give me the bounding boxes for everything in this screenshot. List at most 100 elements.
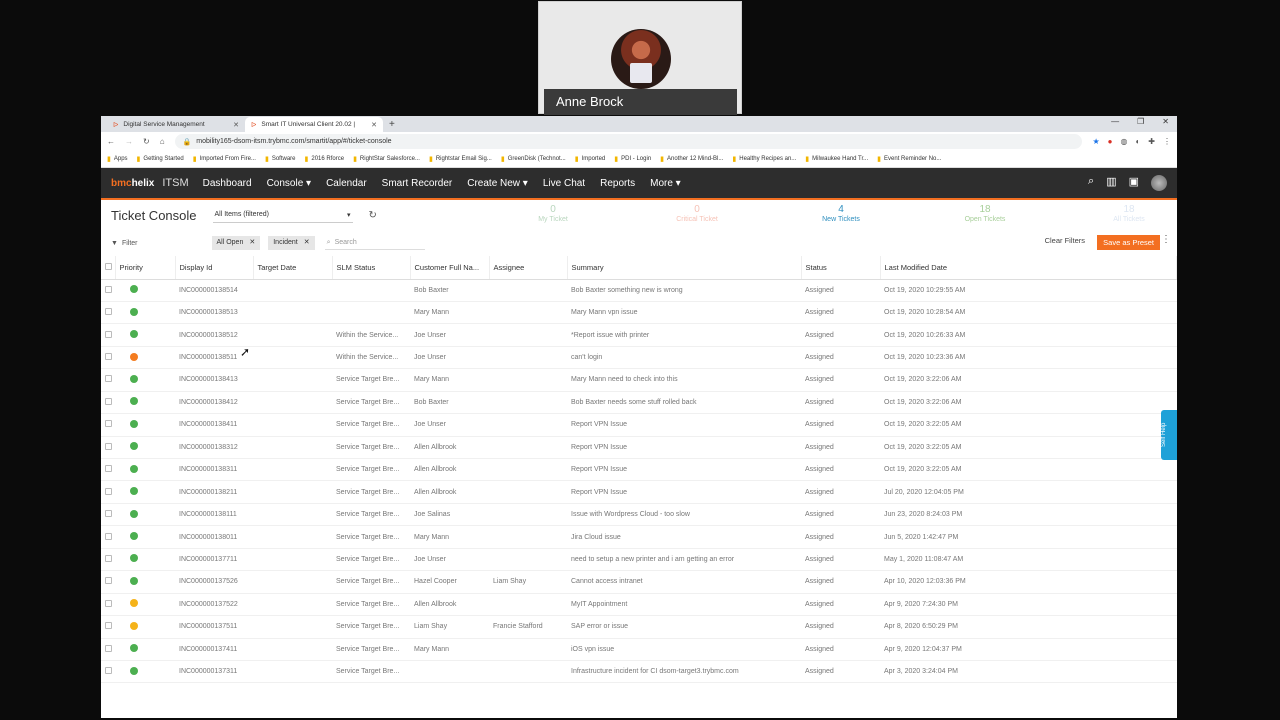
table-row[interactable]: INC000000138512 Within the Service... Joe … <box>101 324 1177 347</box>
row-checkbox[interactable] <box>105 510 112 518</box>
table-row[interactable]: INC000000138513 Mary Mann Mary Mann vpn is… <box>101 301 1177 324</box>
save-as-preset-button[interactable]: Save as Preset <box>1097 235 1160 250</box>
cell-display-id[interactable]: INC000000138411 <box>175 414 253 436</box>
cell-display-id[interactable]: INC000000138311 <box>175 459 253 481</box>
bookmark-star-icon[interactable]: ★ <box>1092 137 1099 146</box>
menu-icon[interactable]: ⋮ <box>1163 137 1171 146</box>
ticket-counter[interactable]: 18 All Tickets <box>1057 204 1177 225</box>
nav-create-new[interactable]: Create New ▾ <box>467 178 528 189</box>
row-checkbox[interactable] <box>105 554 112 562</box>
cell-display-id[interactable]: INC000000138011 <box>175 526 253 548</box>
row-checkbox[interactable] <box>105 577 112 585</box>
col-display-id[interactable]: Display Id <box>175 256 254 280</box>
filter-icon[interactable]: ▼ <box>111 240 118 247</box>
row-checkbox[interactable] <box>105 532 112 540</box>
select-all-checkbox[interactable] <box>105 262 112 270</box>
user-avatar[interactable] <box>1151 175 1167 191</box>
col-status[interactable]: Status <box>801 256 881 280</box>
minimize-icon[interactable]: — <box>1111 117 1119 126</box>
nav-more[interactable]: More ▾ <box>650 178 681 189</box>
table-row[interactable]: INC000000138011 Service Target Bre... Mary… <box>101 526 1177 549</box>
row-checkbox[interactable] <box>105 487 112 495</box>
ticket-counter[interactable]: 18 Open Tickets <box>913 204 1057 225</box>
nav-calendar[interactable]: Calendar <box>326 178 367 189</box>
browser-tab-2[interactable]: ᐅ Smart IT Universal Client 20.02 | ✕ <box>245 117 383 132</box>
col-customer[interactable]: Customer Full Na... <box>410 256 490 280</box>
nav-reports[interactable]: Reports <box>600 178 635 189</box>
bookmark-item[interactable]: ▮ Imported From Fire... <box>193 155 256 163</box>
book-icon[interactable]: ▥ <box>1106 175 1116 191</box>
search-icon[interactable]: ⌕ <box>1088 175 1094 191</box>
table-row[interactable]: INC000000138411 Service Target Bre... Joe … <box>101 414 1177 437</box>
ticket-counter[interactable]: 4 New Tickets <box>769 204 913 225</box>
puzzle-icon[interactable]: ✚ <box>1148 137 1155 146</box>
cell-display-id[interactable]: INC000000137311 <box>175 660 253 682</box>
row-checkbox[interactable] <box>105 465 112 473</box>
filter-chip-incident[interactable]: Incident ✕ <box>268 236 315 250</box>
table-row[interactable]: INC000000137411 Service Target Bre... Mary… <box>101 638 1177 661</box>
nav-console[interactable]: Console ▾ <box>267 178 312 189</box>
bookmark-item[interactable]: ▮ Imported <box>575 155 606 163</box>
cell-display-id[interactable]: INC000000137526 <box>175 571 253 593</box>
cell-display-id[interactable]: INC000000138512 <box>175 324 253 346</box>
filter-label[interactable]: Filter <box>122 240 138 247</box>
extension-icon[interactable]: ◍ <box>1120 137 1127 146</box>
row-checkbox[interactable] <box>105 622 112 630</box>
more-options-icon[interactable]: ⋮ <box>1161 234 1171 245</box>
bookmark-item[interactable]: ▮ 2016 Rforce <box>305 155 345 163</box>
cell-display-id[interactable]: INC000000137411 <box>175 638 253 660</box>
url-field[interactable]: 🔒 mobility165-dsom-itsm.trybmc.com/smart… <box>174 134 1083 149</box>
search-input[interactable]: ⌕ Search <box>324 236 425 250</box>
table-row[interactable]: INC000000138111 Service Target Bre... Joe … <box>101 503 1177 526</box>
forward-icon[interactable]: → <box>125 137 133 146</box>
ticket-counter[interactable]: 0 Critical Ticket <box>625 204 769 225</box>
bookmark-item[interactable]: ▮ Software <box>265 155 296 163</box>
bookmark-item[interactable]: ▮ Another 12 Mind-Bl... <box>660 155 723 163</box>
row-checkbox[interactable] <box>105 375 112 383</box>
table-row[interactable]: INC000000137526 Service Target Bre... Haze… <box>101 571 1177 594</box>
ticket-counter[interactable]: 0 My Ticket <box>481 204 625 225</box>
bookmark-item[interactable]: ▮ Healthy Recipes an... <box>732 155 796 163</box>
bookmark-item[interactable]: ▮ Milwaukee Hand Tr... <box>805 155 868 163</box>
row-checkbox[interactable] <box>105 644 112 652</box>
bookmark-item[interactable]: ▮ PDI - Login <box>614 155 651 163</box>
filter-preset-select[interactable]: All Items (filtered) ▾ <box>212 207 353 223</box>
extension-icon[interactable]: ◐ <box>1135 137 1140 146</box>
cell-display-id[interactable]: INC000000138211 <box>175 481 253 503</box>
cell-display-id[interactable]: INC000000137511 <box>175 616 253 638</box>
bookmark-item[interactable]: ▮ GreenDisk (Technot... <box>501 155 566 163</box>
table-row[interactable]: INC000000137311 Service Target Bre... Infr… <box>101 660 1177 683</box>
bookmark-item[interactable]: ▮ Rightstar Email Sig... <box>429 155 492 163</box>
col-last-modified[interactable]: Last Modified Date <box>880 256 1177 280</box>
close-window-icon[interactable]: ✕ <box>1162 117 1169 126</box>
cell-display-id[interactable]: INC000000138412 <box>175 391 253 413</box>
restore-icon[interactable]: ❐ <box>1137 117 1144 126</box>
home-icon[interactable]: ⌂ <box>160 137 165 146</box>
col-priority[interactable]: Priority <box>115 256 176 280</box>
nav-live-chat[interactable]: Live Chat <box>543 178 585 189</box>
row-checkbox[interactable] <box>105 599 112 607</box>
close-icon[interactable]: ✕ <box>304 236 310 250</box>
row-checkbox[interactable] <box>105 667 112 675</box>
row-checkbox[interactable] <box>105 285 112 293</box>
new-tab-button[interactable]: + <box>389 118 395 132</box>
table-row[interactable]: INC000000138211 Service Target Bre... Alle… <box>101 481 1177 504</box>
table-row[interactable]: INC000000138514 Bob Baxter Bob Baxter some… <box>101 279 1177 302</box>
row-checkbox[interactable] <box>105 397 112 405</box>
cell-display-id[interactable]: INC000000138111 <box>175 503 253 525</box>
col-slm-status[interactable]: SLM Status <box>332 256 411 280</box>
refresh-icon[interactable]: ↻ <box>369 210 377 221</box>
row-checkbox[interactable] <box>105 308 112 316</box>
table-row[interactable]: INC000000137522 Service Target Bre... Alle… <box>101 593 1177 616</box>
row-checkbox[interactable] <box>105 442 112 450</box>
nav-dashboard[interactable]: Dashboard <box>203 178 252 189</box>
col-assignee[interactable]: Assignee <box>489 256 568 280</box>
cell-display-id[interactable]: INC000000138413 <box>175 369 253 391</box>
row-checkbox[interactable] <box>105 330 112 338</box>
filter-chip-all-open[interactable]: All Open ✕ <box>211 236 261 250</box>
chat-icon[interactable]: ▣ <box>1129 175 1139 191</box>
bookmark-item[interactable]: ▮ Event Reminder No... <box>877 155 941 163</box>
table-row[interactable]: INC000000137711 Service Target Bre... Joe … <box>101 548 1177 571</box>
reload-icon[interactable]: ↻ <box>143 137 150 146</box>
browser-tab-1[interactable]: ᐅ Digital Service Management ✕ <box>107 117 245 132</box>
